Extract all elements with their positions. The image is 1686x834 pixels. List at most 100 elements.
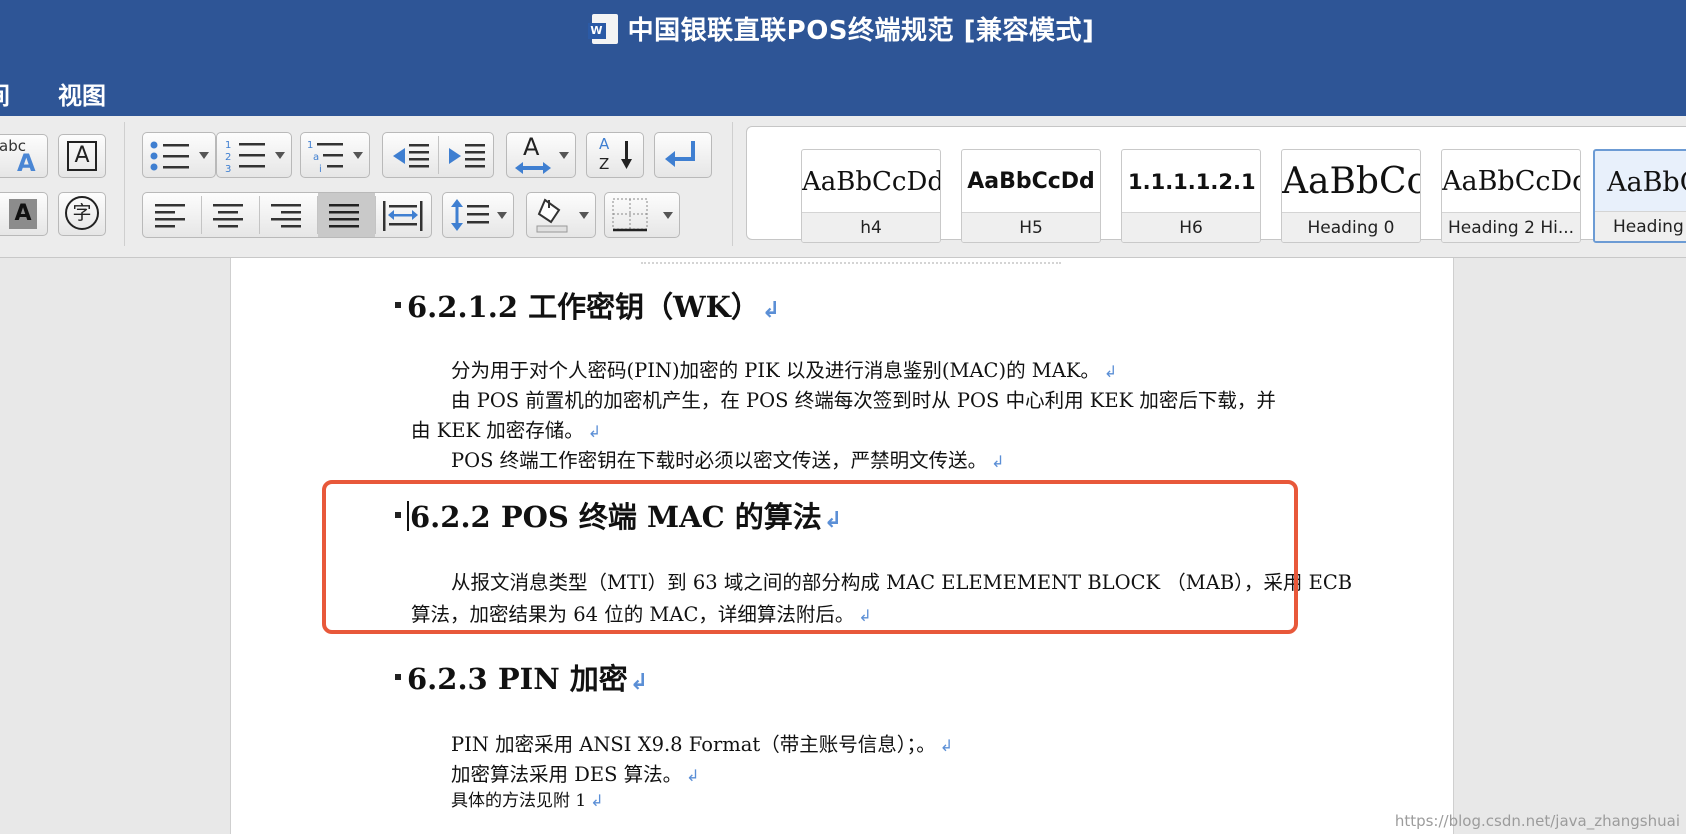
enclose-character-icon: 字	[65, 196, 99, 230]
previous-line-remnant	[641, 254, 1061, 264]
chevron-down-icon[interactable]	[199, 152, 209, 159]
align-center-icon[interactable]	[213, 203, 247, 229]
style-preview: AaBbCcDd	[802, 167, 940, 197]
text-direction-button[interactable]: A	[506, 132, 576, 178]
heading-bullet	[395, 512, 401, 518]
heading-6-2-1-2: 6.2.1.2 工作密钥（WK）↲	[395, 284, 780, 326]
paragraph-line: 由 KEK 加密存储。 ↲	[411, 414, 601, 443]
style-name: h4	[802, 212, 940, 242]
heading-text: 6.2.1.2 工作密钥（WK）	[407, 290, 760, 324]
style-card-h4[interactable]: AaBbCcDd h4	[801, 149, 941, 243]
chevron-down-icon[interactable]	[579, 212, 589, 219]
style-preview: AaBbCcDd	[1442, 166, 1580, 197]
title-bar: 中国银联直联POS终端规范 [兼容模式]	[0, 0, 1686, 62]
paragraph-mark: ↲	[590, 791, 604, 810]
character-shading-button[interactable]: A	[0, 192, 48, 236]
paragraph-line: 具体的方法见附 1 ↲	[451, 786, 604, 811]
show-formatting-marks-button[interactable]	[654, 132, 712, 178]
paragraph-text: 由 POS 前置机的加密机产生，在 POS 终端每次签到时从 POS 中心利用 …	[451, 389, 1276, 412]
justify-icon[interactable]	[329, 203, 363, 229]
numbering-button[interactable]: 1 2 3	[216, 132, 292, 178]
svg-text:1: 1	[307, 140, 313, 151]
paragraph-line: 从报文消息类型（MTI）到 63 域之间的部分构成 MAC ELEMEMENT …	[451, 566, 1352, 595]
style-card-heading-0[interactable]: AaBbCc Heading 0	[1281, 149, 1421, 243]
increase-indent-icon[interactable]	[447, 141, 487, 171]
paragraph-text: PIN 加密采用 ANSI X9.8 Format（带主账号信息）；。	[451, 733, 936, 756]
chevron-down-icon[interactable]	[275, 152, 285, 159]
borders-button[interactable]	[604, 192, 680, 238]
paragraph-mark: ↲	[858, 606, 872, 625]
segment-divider	[438, 136, 439, 174]
svg-text:3: 3	[225, 164, 231, 174]
paragraph-mark: ↲	[939, 736, 954, 755]
character-border-icon: A	[67, 141, 97, 171]
style-preview: AaBbCcDd	[967, 169, 1095, 194]
bullets-button[interactable]	[142, 132, 216, 178]
segment-divider	[259, 196, 260, 234]
paragraph-return-icon	[665, 141, 695, 167]
enclose-character-button[interactable]: 字	[58, 192, 106, 236]
style-name: Heading	[1595, 211, 1686, 241]
segment-divider	[375, 196, 376, 234]
chevron-down-icon[interactable]	[497, 212, 507, 219]
sort-letter-a: A	[599, 135, 610, 153]
styles-gallery: AaBbCcDd h4 AaBbCcDd H5 1.1.1.1.2.1 H6 A…	[746, 126, 1686, 243]
style-card-heading-2-hi[interactable]: AaBbCcDd Heading 2 Hi...	[1441, 149, 1581, 243]
border-grid-icon	[612, 198, 648, 232]
style-name: Heading 0	[1282, 212, 1420, 242]
shading-button[interactable]	[526, 192, 596, 238]
alignment-group	[142, 192, 432, 238]
style-name: H5	[962, 212, 1100, 242]
paragraph-text: 从报文消息类型（MTI）到 63 域之间的部分构成 MAC ELEMEMENT …	[451, 571, 1353, 594]
paragraph-line: 算法，加密结果为 64 位的 MAC，详细算法附后。 ↲	[411, 598, 872, 627]
text-effects-button[interactable]: abc A	[0, 134, 48, 178]
paragraph-mark: ↲	[823, 508, 843, 533]
document-page[interactable]: 6.2.1.2 工作密钥（WK）↲ 分为用于对个人密码(PIN)加密的 PIK …	[230, 258, 1454, 834]
style-card-h6[interactable]: 1.1.1.1.2.1 H6	[1121, 149, 1261, 243]
text-effects-a-icon: A	[17, 149, 36, 177]
svg-text:a: a	[313, 152, 319, 163]
multilevel-list-button[interactable]: 1 a i	[300, 132, 370, 178]
paragraph-mark: ↲	[629, 670, 649, 695]
word-document-icon	[587, 14, 618, 44]
chevron-down-icon[interactable]	[353, 152, 363, 159]
group-divider	[732, 122, 733, 246]
style-card-h5[interactable]: AaBbCcDd H5	[961, 149, 1101, 243]
line-spacing-icon	[451, 199, 489, 231]
align-right-icon[interactable]	[271, 203, 305, 229]
style-card-heading[interactable]: AaBbC Heading	[1593, 149, 1686, 243]
heading-bullet	[395, 674, 401, 680]
chevron-down-icon[interactable]	[559, 152, 569, 159]
line-spacing-button[interactable]	[442, 192, 514, 238]
character-border-button[interactable]: A	[58, 134, 106, 178]
paragraph-text: 加密算法采用 DES 算法。	[451, 763, 683, 786]
heading-text: 6.2.2 POS 终端 MAC 的算法	[410, 500, 822, 534]
chevron-down-icon[interactable]	[663, 212, 673, 219]
paragraph-mark: ↲	[587, 422, 602, 441]
svg-text:1: 1	[225, 140, 231, 151]
tab-view[interactable]: 视图	[58, 76, 106, 111]
tab-partial[interactable]: 间	[0, 76, 10, 111]
document-area: 6.2.1.2 工作密钥（WK）↲ 分为用于对个人密码(PIN)加密的 PIK …	[0, 258, 1686, 834]
heading-6-2-3: 6.2.3 PIN 加密↲	[395, 656, 648, 698]
heading-6-2-2: 6.2.2 POS 终端 MAC 的算法↲	[395, 494, 842, 536]
decrease-indent-icon[interactable]	[391, 141, 431, 171]
text-cursor	[407, 501, 409, 531]
bullet-list-icon	[150, 141, 189, 171]
align-left-icon[interactable]	[155, 203, 189, 229]
paragraph-mark: ↲	[761, 298, 781, 323]
paragraph-line: POS 终端工作密钥在下载时必须以密文传送，严禁明文传送。 ↲	[451, 444, 1005, 473]
style-preview: AaBbC	[1607, 167, 1686, 198]
distributed-align-icon[interactable]	[383, 201, 423, 231]
sort-button[interactable]: A Z	[586, 132, 644, 178]
svg-text:2: 2	[225, 152, 231, 163]
paragraph-line: 加密算法采用 DES 算法。 ↲	[451, 758, 700, 787]
paragraph-text: POS 终端工作密钥在下载时必须以密文传送，严禁明文传送。	[451, 449, 988, 472]
paragraph-mark: ↲	[1103, 362, 1118, 381]
sort-down-arrow-icon	[621, 141, 632, 169]
paint-bucket-icon	[536, 198, 568, 233]
svg-text:i: i	[319, 164, 322, 174]
heading-text: 6.2.3 PIN 加密	[407, 662, 628, 696]
paragraph-line: 由 POS 前置机的加密机产生，在 POS 终端每次签到时从 POS 中心利用 …	[451, 384, 1276, 413]
paragraph-mark: ↲	[686, 766, 700, 785]
